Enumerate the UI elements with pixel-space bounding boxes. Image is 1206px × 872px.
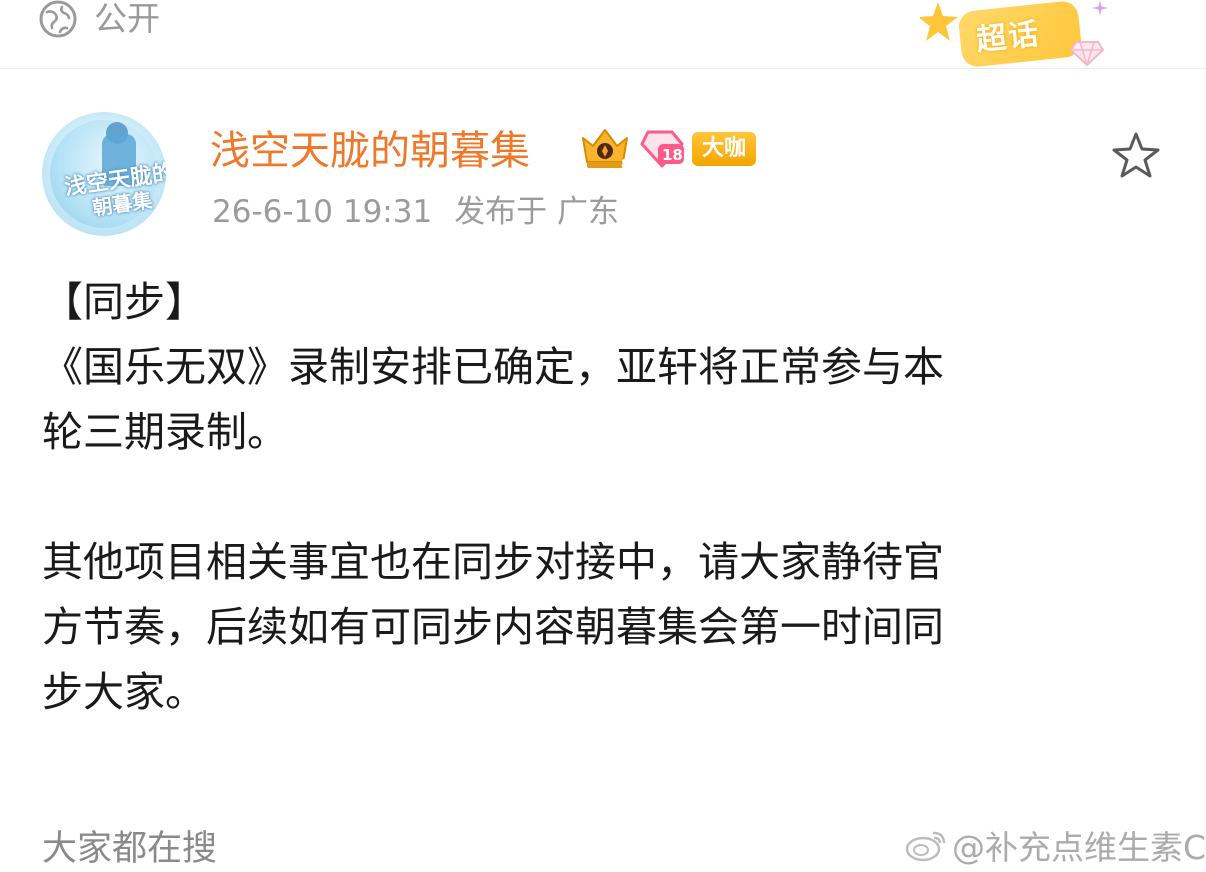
post-body: 【同步】 《国乐无双》录制安排已确定，亚轩将正常参与本 轮三期录制。 其他项目相… (42, 270, 1172, 725)
visibility-indicator[interactable]: 公开 (38, 0, 160, 38)
hot-search-label[interactable]: 大家都在搜 (42, 826, 217, 872)
visibility-label: 公开 (94, 0, 160, 38)
post-meta: 26-6-10 19:31 发布于 广东 (212, 190, 619, 234)
post-line: 方节奏，后续如有可同步内容朝暮集会第一时间同 (42, 603, 944, 651)
status-badge[interactable]: 大咖 (692, 132, 756, 166)
post-line: 《国乐无双》录制安排已确定，亚轩将正常参与本 (42, 343, 944, 391)
sparkle-icon (1092, 0, 1108, 16)
top-bar: 公开 超话 (0, 0, 1206, 69)
post-line: 其他项目相关事宜也在同步对接中，请大家静待官 (42, 538, 944, 586)
star-icon[interactable] (1110, 130, 1162, 186)
avatar[interactable]: 浅空天胧的 朝暮集 (42, 112, 166, 236)
watermark-text: @补充点维生素C (952, 828, 1206, 867)
post-line: 【同步】 (42, 278, 206, 326)
rank-number: 18 (662, 146, 683, 164)
location: 发布于 广东 (454, 194, 620, 230)
post-line: 步大家。 (42, 668, 206, 716)
gem-decoration-icon (1070, 41, 1104, 66)
svg-text:8: 8 (621, 157, 629, 171)
weibo-logo-icon (905, 831, 946, 862)
supertopic-label: 超话 (974, 16, 1043, 59)
globe-icon (38, 0, 78, 39)
post-line: 轮三期录制。 (42, 408, 288, 456)
crown-icon[interactable]: 8 (577, 124, 633, 176)
username[interactable]: 浅空天胧的朝暮集 (210, 124, 530, 178)
watermark: @补充点维生素C (904, 822, 1206, 868)
supertopic-button[interactable]: 超话 (920, 0, 1108, 72)
timestamp: 26-6-10 19:31 (212, 194, 433, 230)
rank-gem-icon[interactable]: 18 (640, 128, 686, 172)
